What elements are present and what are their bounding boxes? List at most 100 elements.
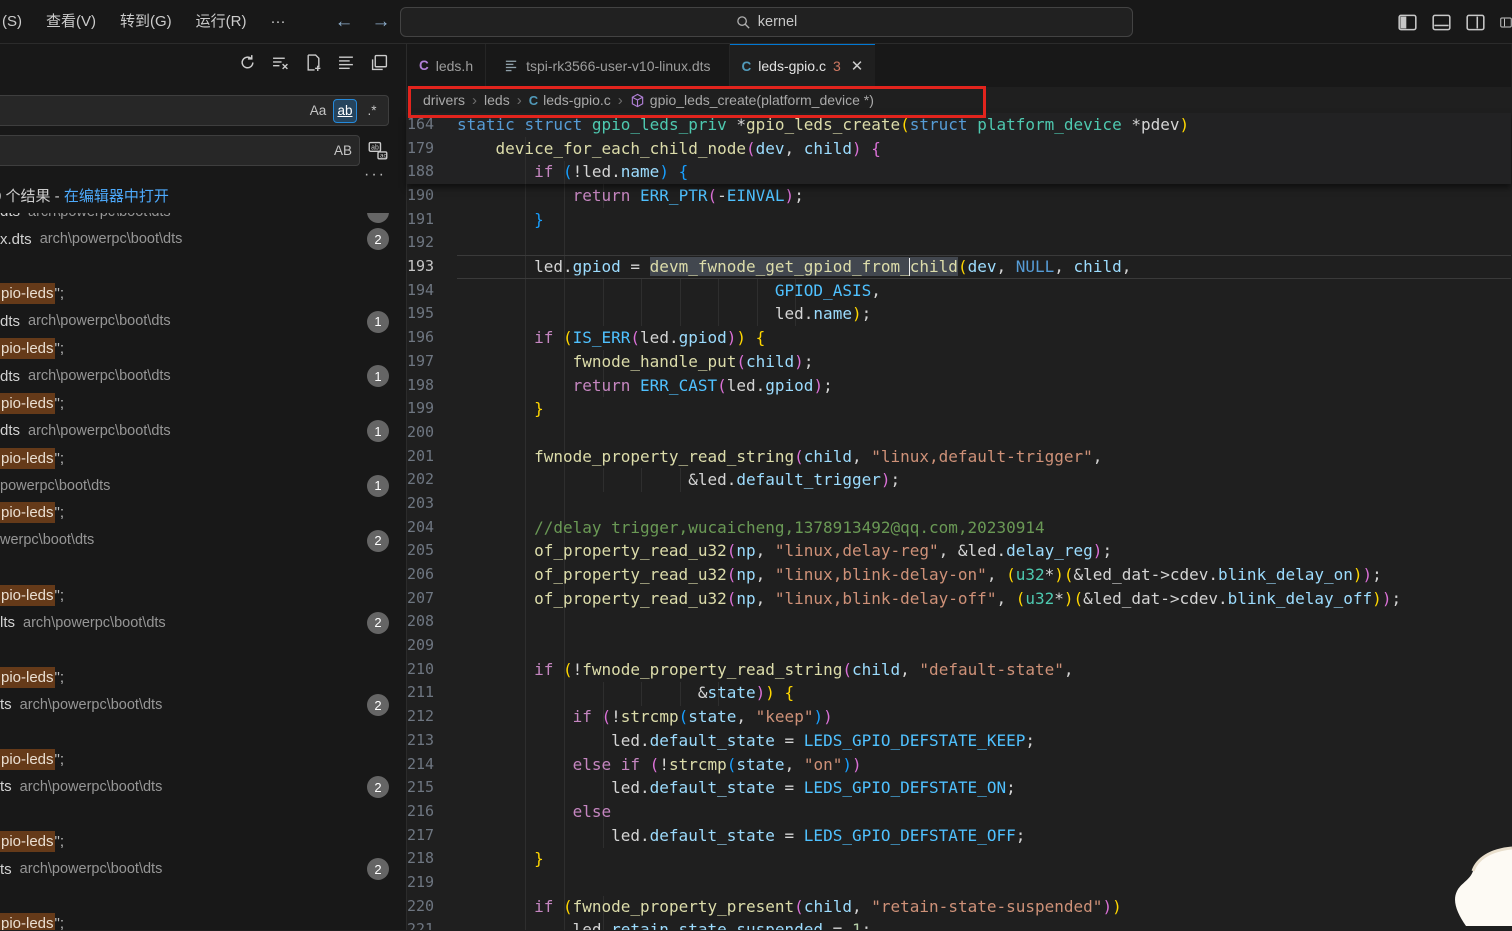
code-line[interactable]: 209	[407, 634, 1511, 658]
match-count-badge: 1	[367, 420, 389, 442]
search-result-match-row[interactable]: pio-leds";	[0, 746, 406, 773]
search-result-file-row[interactable]: tsarch\powerpc\boot\dts2	[0, 691, 406, 718]
breadcrumb-folder[interactable]: leds	[484, 92, 510, 108]
search-result-match-row[interactable]: pio-leds";	[0, 664, 406, 691]
tab-leds-gpio-c[interactable]: C leds-gpio.c 3 ✕	[730, 44, 876, 87]
search-result-file-row[interactable]: ltsarch\powerpc\boot\dts2	[0, 609, 406, 636]
code-line[interactable]: 206 of_property_read_u32(np, "linux,blin…	[407, 563, 1511, 587]
layout-controls	[1398, 0, 1512, 44]
code-line[interactable]: 219	[407, 871, 1511, 895]
code-line[interactable]: 208	[407, 610, 1511, 634]
tab-leds-h[interactable]: C leds.h	[407, 44, 486, 87]
mouse-cursor-blob	[1432, 840, 1512, 931]
code-text: return ERR_CAST(led.gpiod);	[457, 374, 1511, 398]
code-line[interactable]: 191 }	[407, 208, 1511, 232]
code-line[interactable]: 179 device_for_each_child_node(dev, chil…	[407, 137, 1511, 161]
whole-word-toggle[interactable]: ab	[333, 99, 357, 123]
search-result-match-row[interactable]: pio-leds";	[0, 390, 406, 417]
search-result-match-row[interactable]: pio-leds";	[0, 910, 406, 930]
code-line[interactable]: 210 if (!fwnode_property_read_string(chi…	[407, 658, 1511, 682]
search-result-file-row[interactable]: tsarch\powerpc\boot\dts2	[0, 773, 406, 800]
search-result-match-row[interactable]: pio-leds";	[0, 335, 406, 362]
menu-item-partial[interactable]: (S)	[0, 8, 34, 36]
code-line[interactable]: 213 led.default_state = LEDS_GPIO_DEFSTA…	[407, 729, 1511, 753]
line-number: 210	[407, 658, 457, 682]
search-result-match-row[interactable]: pio-leds";	[0, 280, 406, 307]
code-line[interactable]: 199 }	[407, 397, 1511, 421]
code-line[interactable]: 207 of_property_read_u32(np, "linux,blin…	[407, 587, 1511, 611]
code-line[interactable]: 218 }	[407, 847, 1511, 871]
code-line-current[interactable]: 193 led.gpiod = devm_fwnode_get_gpiod_fr…	[407, 255, 1511, 279]
code-line[interactable]: 195 led.name);	[407, 302, 1511, 326]
code-line[interactable]: 188 if (!led.name) {	[407, 160, 1511, 184]
regex-toggle[interactable]: .*	[360, 99, 384, 123]
code-line[interactable]: 203	[407, 492, 1511, 516]
code-line[interactable]: 194 GPIOD_ASIS,	[407, 279, 1511, 303]
global-search-input[interactable]: kernel	[400, 7, 1133, 37]
code-line[interactable]: 190 return ERR_PTR(-EINVAL);	[407, 184, 1511, 208]
search-result-match-row[interactable]: pio-leds";	[0, 581, 406, 608]
search-result-match-row[interactable]: pio-leds";	[0, 445, 406, 472]
code-line[interactable]: 198 return ERR_CAST(led.gpiod);	[407, 374, 1511, 398]
breadcrumb-file[interactable]: leds-gpio.c	[543, 92, 611, 108]
code-line[interactable]: 196 if (IS_ERR(led.gpiod)) {	[407, 326, 1511, 350]
toggle-panel-icon[interactable]	[1432, 13, 1451, 32]
code-line[interactable]: 220 if (fwnode_property_present(child, "…	[407, 895, 1511, 919]
search-result-file-row[interactable]: dtsarch\powerpc\boot\dts1	[0, 308, 406, 335]
code-line[interactable]: 205 of_property_read_u32(np, "linux,dela…	[407, 539, 1511, 563]
close-tab-icon[interactable]: ✕	[851, 57, 864, 75]
menu-item-view[interactable]: 查看(V)	[34, 8, 108, 36]
code-text: if (!strcmp(state, "keep"))	[457, 705, 1511, 729]
code-viewport[interactable]: 190 return ERR_PTR(-EINVAL);191 }192193 …	[407, 184, 1511, 930]
replace-input[interactable]: AB	[0, 135, 360, 166]
menu-overflow-button[interactable]: ···	[259, 8, 298, 36]
customize-layout-icon[interactable]	[1500, 13, 1512, 32]
search-result-file-row[interactable]: dtsarch\powerpc\boot\dts1	[0, 362, 406, 389]
search-result-empty-row	[0, 718, 406, 745]
toggle-secondary-sidebar-icon[interactable]	[1466, 13, 1485, 32]
tab-tspi-dts[interactable]: tspi-rk3566-user-v10-linux.dts	[486, 44, 729, 87]
menu-item-go[interactable]: 转到(G)	[108, 8, 184, 36]
search-result-file-row[interactable]: tsarch\powerpc\boot\dts2	[0, 855, 406, 882]
code-line[interactable]: 200	[407, 421, 1511, 445]
code-line[interactable]: 197 fwnode_handle_put(child);	[407, 350, 1511, 374]
search-query-input[interactable]: Aa ab .*	[0, 95, 389, 126]
code-line[interactable]: 192	[407, 231, 1511, 255]
search-result-match-row[interactable]: pio-leds";	[0, 828, 406, 855]
code-line[interactable]: 212 if (!strcmp(state, "keep"))	[407, 705, 1511, 729]
back-arrow-icon[interactable]: ←	[326, 11, 363, 33]
search-result-file-row[interactable]: x.dtsarch\powerpc\boot\dts2	[0, 225, 406, 252]
search-result-file-row[interactable]: dtsarch\powerpc\boot\dts	[0, 213, 406, 225]
search-result-file-row[interactable]: dtsarch\powerpc\boot\dts1	[0, 417, 406, 444]
code-line[interactable]: 164static struct gpio_leds_priv *gpio_le…	[407, 113, 1511, 137]
match-case-toggle[interactable]: Aa	[306, 99, 330, 123]
match-count-badge	[367, 213, 389, 223]
search-result-match-row[interactable]: pio-leds";	[0, 499, 406, 526]
match-highlight: pio-leds	[0, 749, 55, 770]
breadcrumb-folder[interactable]: drivers	[423, 92, 465, 108]
clear-search-results-icon[interactable]	[272, 54, 289, 71]
collapse-all-icon[interactable]	[338, 54, 355, 71]
open-in-editor-link[interactable]: 在编辑器中打开	[64, 188, 169, 205]
code-line[interactable]: 217 led.default_state = LEDS_GPIO_DEFSTA…	[407, 824, 1511, 848]
code-line[interactable]: 202 &led.default_trigger);	[407, 468, 1511, 492]
replace-all-icon[interactable]: abac	[368, 140, 388, 160]
menu-item-run[interactable]: 运行(R)	[184, 8, 259, 36]
search-result-file-row[interactable]: powerpc\boot\dts1	[0, 472, 406, 499]
forward-arrow-icon[interactable]: →	[363, 11, 400, 33]
code-line[interactable]: 201 fwnode_property_read_string(child, "…	[407, 445, 1511, 469]
code-line[interactable]: 214 else if (!strcmp(state, "on"))	[407, 753, 1511, 777]
toggle-search-details-button[interactable]: ···	[364, 166, 386, 184]
code-line[interactable]: 216 else	[407, 800, 1511, 824]
search-result-file-row[interactable]: werpc\boot\dts2	[0, 527, 406, 554]
preserve-case-toggle[interactable]: AB	[331, 139, 355, 163]
code-line[interactable]: 211 &state)) {	[407, 681, 1511, 705]
refresh-icon[interactable]	[239, 54, 256, 71]
code-line[interactable]: 204 //delay trigger,wucaicheng,137891349…	[407, 516, 1511, 540]
toggle-sidebar-icon[interactable]	[1398, 13, 1417, 32]
new-search-editor-icon[interactable]	[305, 54, 322, 71]
code-line[interactable]: 215 led.default_state = LEDS_GPIO_DEFSTA…	[407, 776, 1511, 800]
breadcrumb-symbol[interactable]: gpio_leds_create(platform_device *)	[650, 92, 874, 108]
open-in-editor-icon[interactable]	[371, 54, 388, 71]
code-line[interactable]: 221 led.retain_state_suspended = 1;	[407, 918, 1511, 930]
